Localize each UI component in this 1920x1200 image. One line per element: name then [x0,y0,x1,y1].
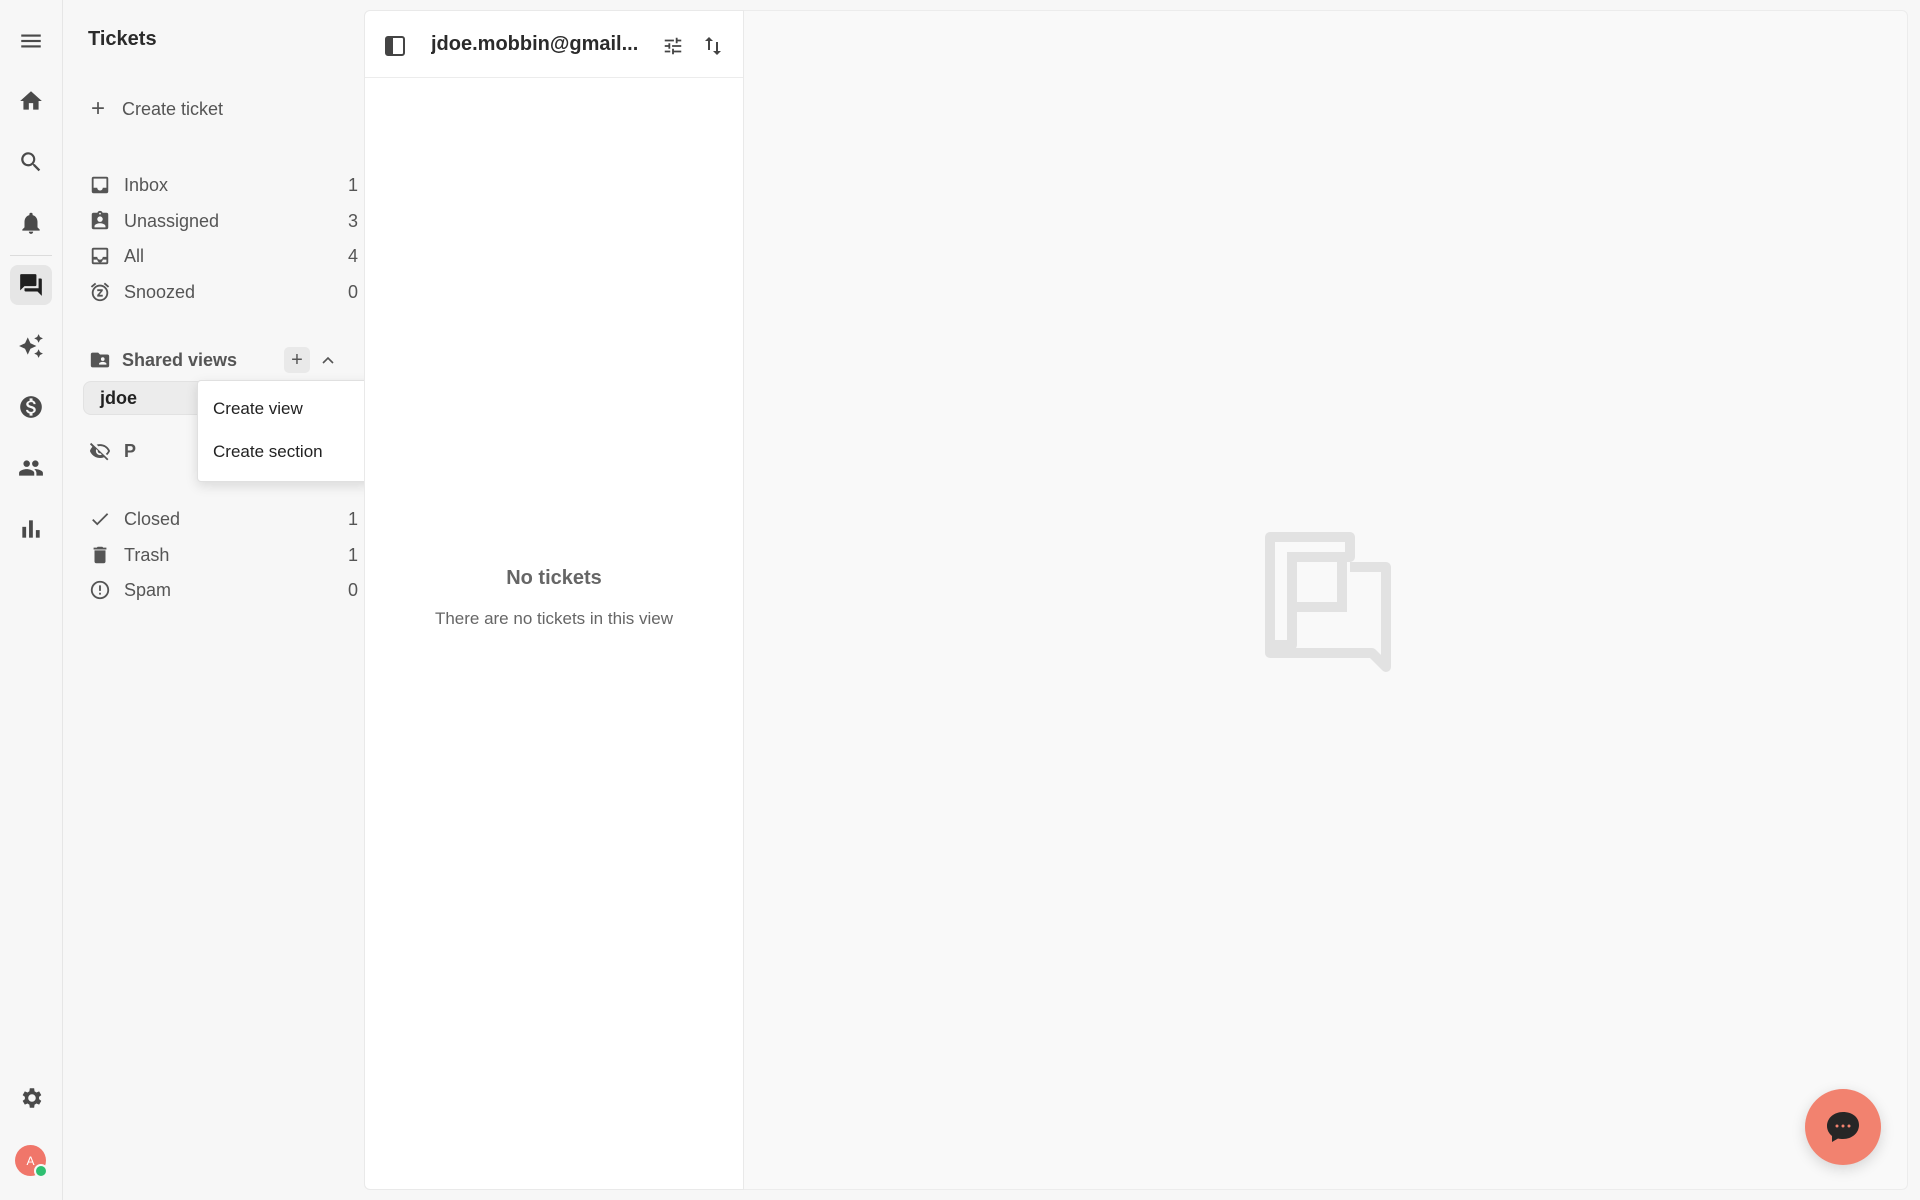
ticket-list-header: jdoe.mobbin@gmail... [365,11,743,78]
bell-icon [22,212,40,234]
chat-icon [20,274,42,296]
customers-button[interactable] [10,448,52,488]
people-icon [19,460,43,476]
shared-views-label: Shared views [122,349,238,370]
billing-button[interactable] [10,387,52,427]
sidebar-item-count: 1 [347,544,358,565]
empty-state-subtitle: There are no tickets in this view [434,609,674,628]
search-button[interactable] [10,142,52,182]
sidebar-item-count: 0 [347,281,358,302]
assignment-icon [88,209,112,233]
ticket-detail-panel [744,10,1908,1190]
sidebar-item-label: Inbox [124,174,169,195]
menu-item-create-view[interactable]: Create view [213,399,303,419]
sidebar-item-label: Spam [124,579,172,600]
private-views-label: P [124,440,137,461]
search-icon [21,152,41,172]
sort-button[interactable] [699,32,727,60]
chat-bubble-icon [1827,1112,1859,1142]
reports-button[interactable] [10,509,52,549]
sidebar-item-label: All [124,245,145,266]
ticket-list-panel: jdoe.mobbin@gmail... No tickets There ar… [364,10,744,1190]
gear-icon [22,1088,42,1108]
plus-icon: + [291,348,303,371]
sidebar-item-count: 3 [347,210,358,231]
online-status-dot [34,1164,48,1178]
shared-folder-icon [88,348,112,372]
tickets-sidebar: Tickets + Create ticket Inbox 1 Unassign… [63,0,373,1200]
snooze-icon [88,280,112,304]
create-ticket-label: Create ticket [122,98,224,119]
plus-icon: + [90,95,105,122]
filter-button[interactable] [659,32,687,60]
menu-item-create-section[interactable]: Create section [213,442,323,462]
sidebar-item-count: 1 [347,508,358,529]
sidebar-item-unassigned[interactable]: Unassigned 3 [88,206,358,236]
private-views-header[interactable]: P [88,436,136,466]
eye-off-icon [88,439,112,463]
sidebar-item-all[interactable]: All 4 [88,241,358,271]
check-icon [88,507,112,531]
sidebar-item-count: 0 [347,579,358,600]
trash-icon [88,543,112,567]
create-ticket-button[interactable]: + Create ticket [88,96,223,122]
app-rail: A [0,0,63,1200]
chevron-up-icon [322,356,334,364]
sidebar-item-spam[interactable]: Spam 0 [88,575,358,605]
view-title: jdoe.mobbin@gmail... [431,33,639,55]
settings-button[interactable] [10,1078,52,1118]
sidebar-item-trash[interactable]: Trash 1 [88,540,358,570]
empty-state-title: No tickets [506,567,602,589]
inbox-icon [88,173,112,197]
sidebar-item-label: Snoozed [124,281,196,302]
collapse-shared-views-button[interactable] [318,349,338,371]
menu-button[interactable] [10,21,52,61]
sidebar-item-closed[interactable]: Closed 1 [88,504,358,534]
sliders-icon [664,37,682,55]
notifications-button[interactable] [10,203,52,243]
menu-icon [21,34,41,48]
sidebar-item-inbox[interactable]: Inbox 1 [88,170,358,200]
add-shared-view-button[interactable]: + [284,347,310,373]
support-chat-button[interactable] [1805,1089,1881,1165]
toggle-sidebar-button[interactable] [382,33,408,59]
sidebar-item-label: Trash [124,544,170,565]
bar-chart-icon [22,520,40,538]
avatar-initial: A [26,1153,35,1168]
user-avatar[interactable]: A [15,1145,48,1178]
alert-circle-icon [88,578,112,602]
sidebar-item-snoozed[interactable]: Snoozed 0 [88,277,358,307]
dollar-icon [20,396,42,418]
tickets-button[interactable] [10,265,52,305]
home-icon [20,91,42,110]
sidebar-panel-icon [385,36,405,56]
rail-divider [10,255,52,256]
sidebar-item-label: Unassigned [124,210,220,231]
all-tray-icon [88,244,112,268]
sidebar-item-label: Closed [124,508,181,529]
empty-conversation-icon [1265,532,1391,672]
sort-arrows-icon [705,37,721,55]
home-button[interactable] [10,81,52,121]
ai-button[interactable] [10,326,52,366]
sidebar-title: Tickets [88,28,157,50]
shared-views-add-menu: Create view Create section [197,380,373,482]
sidebar-item-count: 1 [347,174,358,195]
sparkle-icon [19,334,43,358]
sidebar-item-count: 4 [347,245,358,266]
